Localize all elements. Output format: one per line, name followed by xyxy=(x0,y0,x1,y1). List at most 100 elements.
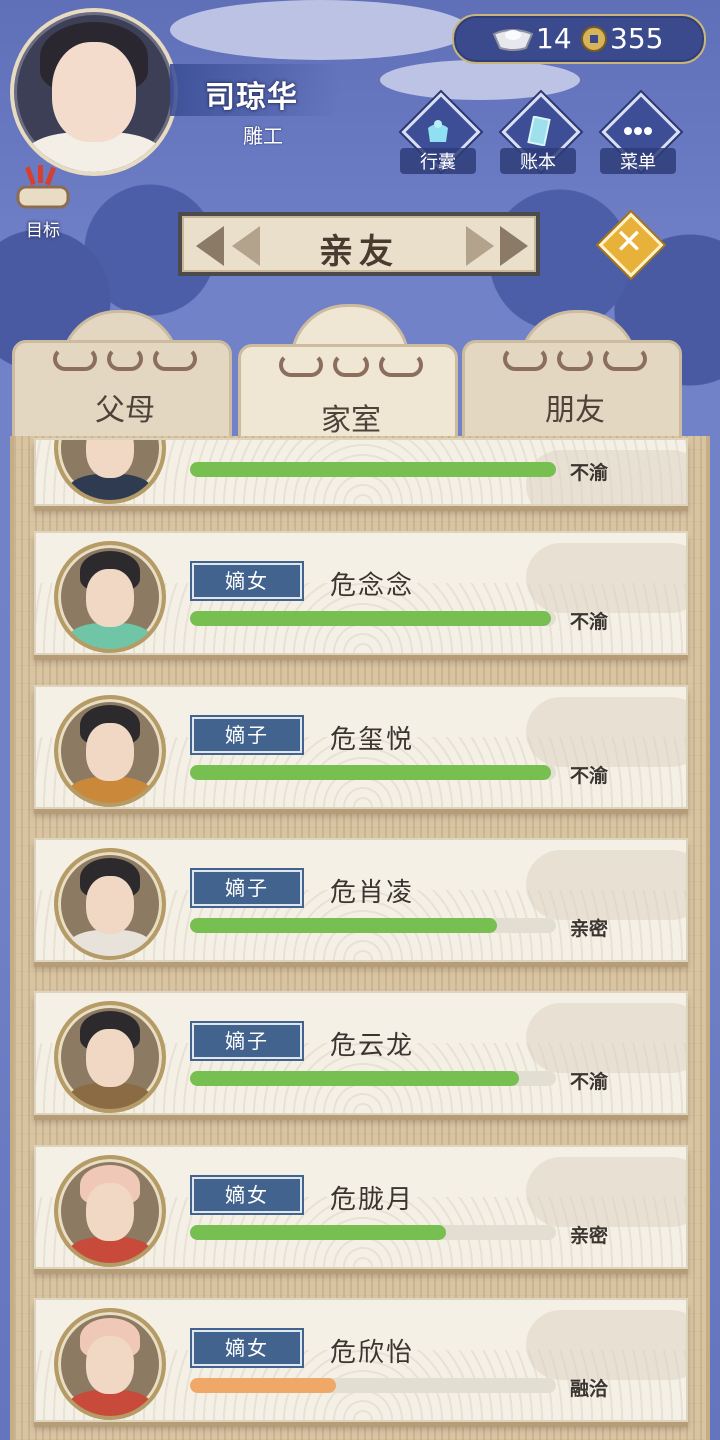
portrait-robe xyxy=(68,474,152,500)
portrait-face xyxy=(86,1183,134,1241)
relation-status: 亲密 xyxy=(570,1225,609,1247)
cloud-decoration xyxy=(526,850,686,920)
portrait-face xyxy=(86,723,134,781)
member-card[interactable]: 嫡子 危玺悦 不渝 xyxy=(34,685,688,809)
relation-status: 不渝 xyxy=(570,462,609,484)
member-card[interactable]: 嫡女 危欣怡 融洽 xyxy=(34,1298,688,1422)
portrait-robe xyxy=(68,1237,152,1263)
affinity-bar-fill xyxy=(190,1225,446,1240)
cloud-decoration xyxy=(526,543,686,613)
cloud-decoration xyxy=(526,1310,686,1380)
cloud-swirl-decoration xyxy=(557,347,593,371)
bag-button[interactable]: 行囊 xyxy=(400,92,481,176)
affinity-bar-fill xyxy=(190,1378,336,1393)
affinity-bar-fill xyxy=(190,611,551,626)
cloud-swirl-decoration xyxy=(107,347,143,371)
member-card[interactable]: 嫡女 危胧月 亲密 xyxy=(34,1145,688,1269)
cloud-swirl-decoration xyxy=(379,353,423,377)
portrait-face xyxy=(86,569,134,627)
cloud-decoration xyxy=(170,0,470,60)
menu-label: 菜单 xyxy=(600,148,676,174)
member-portrait xyxy=(54,1001,166,1113)
relation-status: 不渝 xyxy=(570,611,609,633)
close-icon: ✕ xyxy=(614,222,644,262)
silver-count: 14 xyxy=(536,22,572,55)
member-card[interactable]: 嫡女 危念念 不渝 xyxy=(34,531,688,655)
coin-count: 355 xyxy=(610,22,664,55)
member-card[interactable]: 嫡子 危肖凌 亲密 xyxy=(34,838,688,962)
affinity-bar-fill xyxy=(190,462,556,477)
tab-family[interactable]: 家室 xyxy=(238,344,458,448)
cloud-swirl-decoration xyxy=(153,347,197,371)
member-portrait xyxy=(54,440,166,504)
member-name: 危胧月 xyxy=(330,1185,415,1215)
tab-label: 家室 xyxy=(321,403,381,438)
role-badge: 嫡女 xyxy=(192,563,302,599)
relation-status: 亲密 xyxy=(570,918,609,940)
cloud-decoration xyxy=(526,697,686,767)
currency-bar: 14 355 xyxy=(452,14,706,64)
affinity-bar-track xyxy=(190,462,556,477)
cloud-decoration xyxy=(526,1157,686,1227)
member-card[interactable]: 嫡子 危云龙 不渝 xyxy=(34,991,688,1115)
portrait-robe xyxy=(68,623,152,649)
silver-ingot-icon xyxy=(492,29,534,51)
portrait-face xyxy=(86,440,134,478)
member-portrait xyxy=(54,541,166,653)
portrait-robe xyxy=(68,1390,152,1416)
tab-friends[interactable]: 朋友 xyxy=(462,340,682,444)
role-badge: 嫡女 xyxy=(192,1177,302,1213)
member-portrait xyxy=(54,695,166,807)
tab-parents[interactable]: 父母 xyxy=(12,340,232,444)
member-card[interactable]: 不渝 xyxy=(34,438,688,506)
player-name: 司琼华 xyxy=(205,80,298,115)
affinity-bar-fill xyxy=(190,765,551,780)
relation-status: 融洽 xyxy=(570,1378,609,1400)
cloud-decoration xyxy=(380,60,580,100)
affinity-bar-track xyxy=(190,918,556,933)
affinity-bar-track xyxy=(190,1071,556,1086)
bag-icon xyxy=(428,120,448,142)
portrait-face xyxy=(86,876,134,934)
cloud-swirl-decoration xyxy=(333,353,369,377)
cloud-swirl-decoration xyxy=(503,347,547,371)
role-badge: 嫡子 xyxy=(192,870,302,906)
member-portrait xyxy=(54,1155,166,1267)
role-badge: 嫡子 xyxy=(192,717,302,753)
affinity-bar-fill xyxy=(190,1071,519,1086)
portrait-face xyxy=(86,1336,134,1394)
affinity-bar-track xyxy=(190,611,556,626)
ledger-label: 账本 xyxy=(500,148,576,174)
portrait-robe xyxy=(68,1083,152,1109)
affinity-bar-fill xyxy=(190,918,497,933)
ledger-button[interactable]: 账本 xyxy=(500,92,581,176)
cloud-swirl-decoration xyxy=(279,353,323,377)
member-name: 危云龙 xyxy=(330,1031,415,1061)
panel-title: 亲友 xyxy=(319,232,399,272)
member-portrait xyxy=(54,848,166,960)
member-name: 危肖凌 xyxy=(330,878,415,908)
title-banner: 亲友 xyxy=(178,212,540,276)
affinity-bar-track xyxy=(190,1225,556,1240)
tab-label: 朋友 xyxy=(545,393,605,428)
relation-status: 不渝 xyxy=(570,765,609,787)
ledger-icon xyxy=(527,116,551,146)
member-name: 危念念 xyxy=(330,571,415,601)
member-name: 危玺悦 xyxy=(330,725,415,755)
tab-label: 父母 xyxy=(95,393,155,428)
player-avatar[interactable] xyxy=(10,8,178,176)
close-button[interactable]: ✕ xyxy=(598,212,664,278)
coin-icon xyxy=(581,26,607,52)
portrait-robe xyxy=(68,777,152,803)
member-name: 危欣怡 xyxy=(330,1338,415,1368)
member-portrait xyxy=(54,1308,166,1420)
menu-button[interactable]: 菜单 xyxy=(600,92,681,176)
affinity-bar-track xyxy=(190,765,556,780)
goal-label: 目标 xyxy=(26,221,60,241)
relation-status: 不渝 xyxy=(570,1071,609,1093)
portrait-robe xyxy=(68,930,152,956)
player-title: 雕工 xyxy=(243,124,283,148)
goal-scroll-icon[interactable] xyxy=(14,165,72,213)
cloud-swirl-decoration xyxy=(603,347,647,371)
affinity-bar-track xyxy=(190,1378,556,1393)
